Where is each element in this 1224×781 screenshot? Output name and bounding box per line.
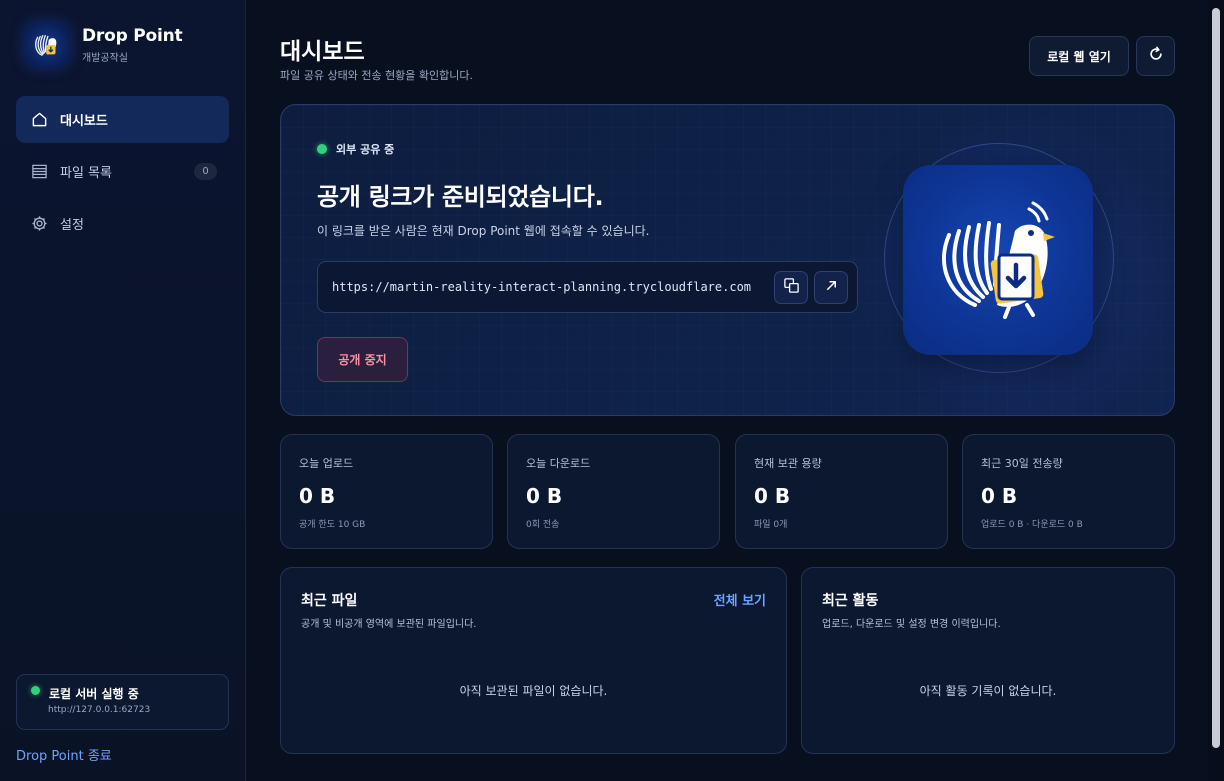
refresh-button[interactable] — [1136, 36, 1175, 76]
brand: Drop Point 개발공작실 — [24, 22, 183, 68]
public-link-card: 외부 공유 중 공개 링크가 준비되었습니다. 이 링크를 받은 사람은 현재 … — [280, 104, 1175, 416]
view-all-link[interactable]: 전체 보기 — [714, 590, 766, 609]
stop-sharing-button[interactable]: 공개 중지 — [317, 337, 408, 382]
drop-point-logo-icon — [903, 165, 1093, 355]
copy-link-button[interactable] — [774, 271, 808, 304]
page-subtitle: 파일 공유 상태와 전송 현황을 확인합니다. — [280, 69, 474, 82]
stat-label: 오늘 업로드 — [299, 457, 354, 470]
gear-icon — [30, 215, 48, 233]
hero-title: 공개 링크가 준비되었습니다. — [317, 183, 604, 211]
home-icon — [30, 111, 48, 129]
status-dot-icon — [317, 144, 327, 154]
recent-files-panel: 최근 파일 공개 및 비공개 영역에 보관된 파일입니다. 전체 보기 아직 보… — [280, 567, 787, 754]
sidebar-item-label: 대시보드 — [60, 114, 108, 129]
panel-subtitle: 업로드, 다운로드 및 설정 변경 이력입니다. — [822, 619, 1001, 630]
server-status-text: 로컬 서버 실행 중 — [49, 687, 139, 701]
sidebar-item-label: 설정 — [60, 218, 84, 233]
stat-value: 0 B — [526, 484, 563, 508]
stat-sub: 공개 한도 10 GB — [299, 520, 366, 530]
recent-activity-panel: 최근 활동 업로드, 다운로드 및 설정 변경 이력입니다. 아직 활동 기록이… — [801, 567, 1175, 754]
public-url-field[interactable]: https://martin-reality-interact-planning… — [317, 261, 858, 313]
stat-card-download: 오늘 다운로드 0 B 0회 전송 — [507, 434, 720, 549]
sidebar-item-label: 파일 목록 — [60, 166, 112, 181]
stat-label: 오늘 다운로드 — [526, 457, 591, 470]
stat-value: 0 B — [981, 484, 1018, 508]
app-logo-icon — [24, 22, 70, 68]
sharing-status: 외부 공유 중 — [317, 141, 394, 157]
main-content: 대시보드 파일 공유 상태와 전송 현황을 확인합니다. 로컬 웹 열기 외부 … — [246, 0, 1208, 781]
panel-title: 최근 파일 — [301, 593, 358, 609]
app-name: Drop Point — [82, 26, 183, 46]
stat-sub: 업로드 0 B · 다운로드 0 B — [981, 520, 1083, 530]
panel-title: 최근 활동 — [822, 593, 879, 609]
list-icon — [30, 163, 48, 181]
server-url: http://127.0.0.1:62723 — [48, 705, 151, 715]
sidebar-nav: 대시보드 파일 목록 0 설정 — [16, 96, 229, 252]
sidebar: Drop Point 개발공작실 대시보드 파일 목록 0 설정 로컬 서버 실… — [0, 0, 246, 781]
sidebar-item-dashboard[interactable]: 대시보드 — [16, 96, 229, 143]
open-link-button[interactable] — [814, 271, 848, 304]
open-local-web-button[interactable]: 로컬 웹 열기 — [1029, 36, 1129, 76]
hero-description: 이 링크를 받은 사람은 현재 Drop Point 웹에 접속할 수 있습니다… — [317, 224, 650, 238]
refresh-icon — [1148, 46, 1164, 66]
sharing-status-text: 외부 공유 중 — [336, 143, 395, 156]
stat-label: 현재 보관 용량 — [754, 457, 822, 470]
sidebar-item-files[interactable]: 파일 목록 0 — [16, 148, 229, 195]
stat-card-transfer: 최근 30일 전송량 0 B 업로드 0 B · 다운로드 0 B — [962, 434, 1175, 549]
scrollbar-thumb[interactable] — [1212, 8, 1220, 748]
empty-state: 아직 활동 기록이 없습니다. — [919, 684, 1057, 698]
stat-label: 최근 30일 전송량 — [981, 457, 1063, 470]
stat-sub: 파일 0개 — [754, 520, 788, 530]
server-status-box: 로컬 서버 실행 중 http://127.0.0.1:62723 — [16, 674, 229, 730]
public-url-text[interactable]: https://martin-reality-interact-planning… — [332, 280, 751, 294]
external-link-icon — [824, 278, 839, 297]
status-dot-icon — [31, 686, 40, 695]
app-subtitle: 개발공작실 — [82, 53, 128, 64]
stat-value: 0 B — [754, 484, 791, 508]
file-count-badge: 0 — [194, 163, 217, 180]
sidebar-item-settings[interactable]: 설정 — [16, 200, 229, 247]
stat-value: 0 B — [299, 484, 336, 508]
stat-card-storage: 현재 보관 용량 0 B 파일 0개 — [735, 434, 948, 549]
stat-sub: 0회 전송 — [526, 520, 560, 530]
copy-icon — [783, 277, 800, 298]
panel-subtitle: 공개 및 비공개 영역에 보관된 파일입니다. — [301, 619, 477, 630]
stat-card-upload: 오늘 업로드 0 B 공개 한도 10 GB — [280, 434, 493, 549]
page-title: 대시보드 — [280, 39, 365, 65]
empty-state: 아직 보관된 파일이 없습니다. — [459, 684, 608, 698]
quit-app-link[interactable]: Drop Point 종료 — [16, 745, 112, 764]
scrollbar[interactable] — [1208, 0, 1224, 781]
